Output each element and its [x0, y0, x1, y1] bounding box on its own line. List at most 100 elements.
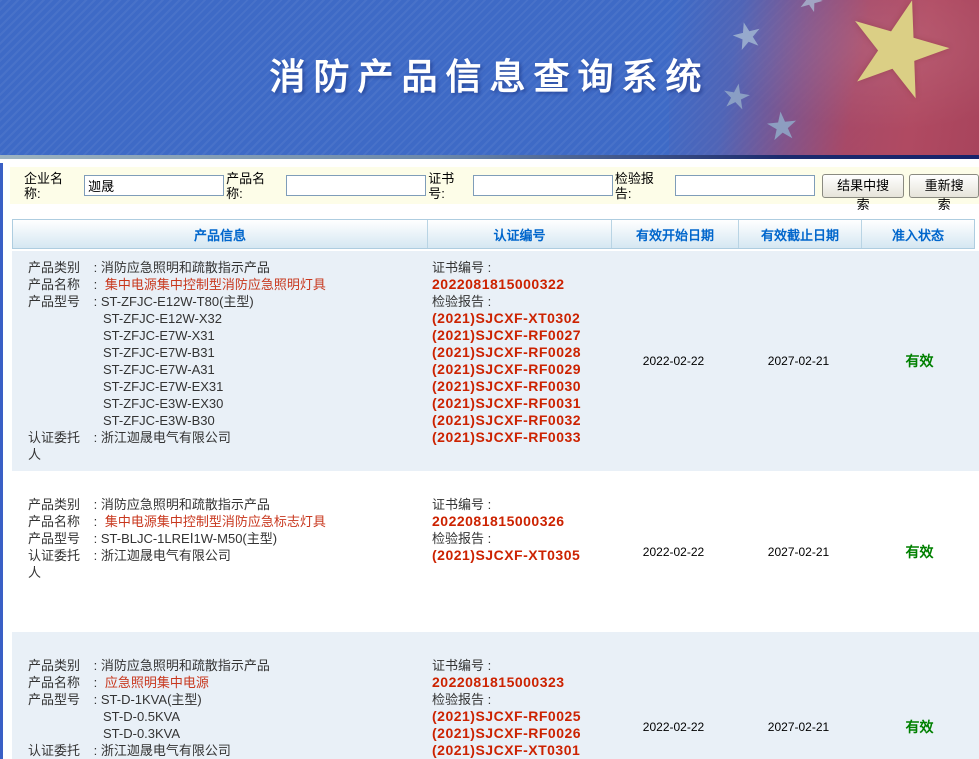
cert-no-value: 2022081815000323	[432, 674, 610, 691]
product-name-value: 集中电源集中控制型消防应急照明灯具	[105, 277, 326, 292]
field-line: 产品类别消防应急照明和疏散指示产品	[28, 259, 425, 276]
model-value: ST-ZFJC-E3W-EX30	[103, 396, 223, 411]
field-label: 产品名称	[28, 276, 90, 293]
banner-bottom-strip	[0, 155, 979, 159]
field-line: 产品型号 ST-ZFJC-E12W-T80(主型)	[28, 293, 425, 310]
field-label: 产品类别	[28, 657, 90, 674]
report-label: 检验报告	[432, 691, 610, 708]
product-name-input[interactable]	[286, 175, 426, 196]
field-line: 产品类别消防应急照明和疏散指示产品	[28, 657, 425, 674]
colon-separator	[484, 497, 495, 512]
table-row: 产品类别消防应急照明和疏散指示产品 产品名称应急照明集中电源 产品型号ST-D-…	[12, 632, 979, 759]
model-line: ST-ZFJC-E7W-B31	[28, 344, 425, 361]
company-name-input[interactable]	[84, 175, 224, 196]
applicant-value: 浙江迦晟电气有限公司	[101, 548, 231, 563]
colon-separator	[484, 658, 495, 673]
column-header-valid-start-date: 有效开始日期	[611, 220, 738, 248]
model-value: ST-ZFJC-E3W-B30	[103, 413, 215, 428]
model-line: ST-ZFJC-E3W-EX30	[28, 395, 425, 412]
applicant-value: 浙江迦晟电气有限公司	[101, 430, 231, 445]
certificate-no-input[interactable]	[473, 175, 613, 196]
report-value: (2021)SJCXF-XT0301	[432, 742, 610, 759]
report-value: (2021)SJCXF-RF0031	[432, 395, 610, 412]
model-line: ST-D-0.3KVA	[28, 725, 425, 742]
product-category-value: 消防应急照明和疏散指示产品	[101, 260, 270, 275]
start-date-cell: 2022-02-22	[610, 251, 737, 471]
report-label: 检验报告	[432, 530, 610, 547]
company-name-label: 企业名称:	[24, 171, 66, 201]
colon-separator	[90, 675, 101, 690]
flag-small-star-icon: ★	[763, 106, 801, 147]
colon-separator	[90, 531, 101, 546]
model-line: ST-ZFJC-E7W-X31	[28, 327, 425, 344]
table-row: 产品类别消防应急照明和疏散指示产品 产品名称集中电源集中控制型消防应急标志灯具 …	[12, 471, 979, 632]
page-root: ★ ★ ★ ★ ★ 消防产品信息查询系统 企业名称: 产品名称: 证书号: 检验…	[0, 0, 979, 759]
end-date-cell: 2027-02-21	[737, 632, 860, 759]
field-label: 产品类别	[28, 259, 90, 276]
product-category-value: 消防应急照明和疏散指示产品	[101, 497, 270, 512]
model-line: ST-ZFJC-E7W-A31	[28, 361, 425, 378]
field-line: 产品类别消防应急照明和疏散指示产品	[28, 496, 425, 513]
field-line: 产品名称应急照明集中电源	[28, 674, 425, 691]
product-name-value: 应急照明集中电源	[105, 675, 209, 690]
new-search-button[interactable]: 重新搜索	[909, 174, 979, 198]
field-label: 认证委托人	[28, 429, 90, 463]
report-value: (2021)SJCXF-RF0029	[432, 361, 610, 378]
colon-separator	[484, 260, 495, 275]
status-cell: 有效	[860, 632, 979, 759]
applicant-value: 浙江迦晟电气有限公司	[101, 743, 231, 758]
column-header-valid-end-date: 有效截止日期	[738, 220, 861, 248]
page-title: 消防产品信息查询系统	[0, 48, 979, 100]
column-header-product-info: 产品信息	[13, 220, 427, 248]
cert-no-value: 2022081815000322	[432, 276, 610, 293]
cert-no-label: 证书编号	[432, 657, 610, 674]
colon-separator	[90, 743, 101, 758]
field-line: 认证委托人浙江迦晟电气有限公司	[28, 547, 425, 581]
colon-separator	[484, 692, 495, 707]
table-row: 产品类别消防应急照明和疏散指示产品 产品名称集中电源集中控制型消防应急照明灯具 …	[12, 251, 979, 471]
field-line: 认证委托人浙江迦晟电气有限公司	[28, 742, 425, 759]
model-value: ST-ZFJC-E7W-X31	[103, 328, 215, 343]
inspection-report-input[interactable]	[675, 175, 815, 196]
product-name-label: 产品名称:	[226, 171, 268, 201]
model-value: ST-ZFJC-E12W-X32	[103, 311, 222, 326]
search-in-results-button[interactable]: 结果中搜索	[822, 174, 904, 198]
inspection-report-label: 检验报告:	[615, 171, 657, 201]
top-banner: ★ ★ ★ ★ ★ 消防产品信息查询系统	[0, 0, 979, 155]
colon-separator	[90, 497, 101, 512]
colon-separator	[90, 294, 101, 309]
model-value: ST-ZFJC-E12W-T80(主型)	[101, 294, 254, 309]
field-label: 产品名称	[28, 513, 90, 530]
start-date-cell: 2022-02-22	[610, 632, 737, 759]
colon-separator	[90, 277, 101, 292]
model-value: ST-ZFJC-E7W-EX31	[103, 379, 223, 394]
model-line: ST-ZFJC-E7W-EX31	[28, 378, 425, 395]
field-line: 产品型号ST-BLJC-1LREⅠ1W-M50(主型)	[28, 530, 425, 547]
product-info-cell: 产品类别消防应急照明和疏散指示产品 产品名称集中电源集中控制型消防应急照明灯具 …	[12, 251, 425, 471]
report-value: (2021)SJCXF-RF0032	[432, 412, 610, 429]
certification-cell: 证书编号 2022081815000323 检验报告 (2021)SJCXF-R…	[425, 632, 610, 759]
report-value: (2021)SJCXF-XT0302	[432, 310, 610, 327]
model-line: ST-ZFJC-E3W-B30	[28, 412, 425, 429]
results-table: 产品信息 认证编号 有效开始日期 有效截止日期 准入状态 产品类别消防应急照明和…	[12, 219, 979, 759]
colon-separator	[90, 260, 101, 275]
cert-no-label: 证书编号	[432, 259, 610, 276]
column-header-certification-no: 认证编号	[427, 220, 611, 248]
report-value: (2021)SJCXF-RF0033	[432, 429, 610, 446]
report-value: (2021)SJCXF-RF0030	[432, 378, 610, 395]
product-info-cell: 产品类别消防应急照明和疏散指示产品 产品名称应急照明集中电源 产品型号ST-D-…	[12, 632, 425, 759]
table-header-row: 产品信息 认证编号 有效开始日期 有效截止日期 准入状态	[12, 219, 975, 249]
report-value: (2021)SJCXF-RF0026	[432, 725, 610, 742]
product-info-cell: 产品类别消防应急照明和疏散指示产品 产品名称集中电源集中控制型消防应急标志灯具 …	[12, 471, 425, 632]
product-name-value: 集中电源集中控制型消防应急标志灯具	[105, 514, 326, 529]
field-label: 产品类别	[28, 496, 90, 513]
colon-separator	[90, 514, 101, 529]
colon-separator	[90, 692, 101, 707]
model-line: ST-D-0.5KVA	[28, 708, 425, 725]
search-bar: 企业名称: 产品名称: 证书号: 检验报告: 结果中搜索 重新搜索	[10, 167, 979, 204]
field-line: 认证委托人浙江迦晟电气有限公司	[28, 429, 425, 463]
field-label: 产品型号	[28, 293, 90, 310]
report-label: 检验报告	[432, 293, 610, 310]
field-label: 认证委托人	[28, 742, 90, 759]
field-label: 产品型号	[28, 530, 90, 547]
